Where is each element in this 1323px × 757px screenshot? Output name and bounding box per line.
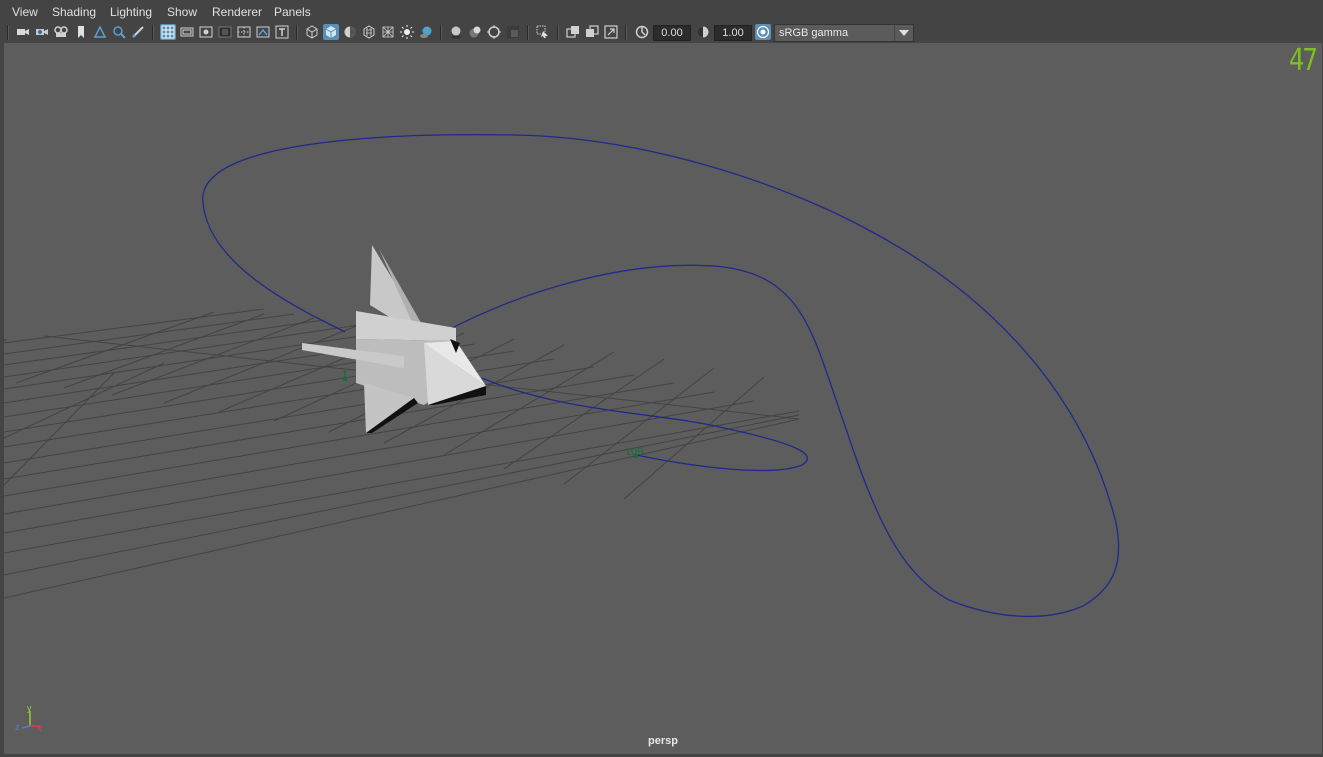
menu-view[interactable]: View <box>12 5 38 19</box>
resolution-gate-icon[interactable] <box>198 24 214 40</box>
xray-active-components-icon[interactable] <box>584 24 600 40</box>
exposure-field[interactable]: 0.00 <box>653 25 691 41</box>
toolbar-separator <box>296 25 298 40</box>
menu-shading[interactable]: Shading <box>52 5 96 19</box>
xray-joints-icon[interactable] <box>565 24 581 40</box>
safe-action-icon[interactable] <box>255 24 271 40</box>
field-chart-icon[interactable] <box>236 24 252 40</box>
menu-panels[interactable]: Panels <box>274 5 311 19</box>
wireframe-on-shaded-icon[interactable] <box>342 24 358 40</box>
backface-culling-icon[interactable] <box>603 24 619 40</box>
camera-attributes-icon[interactable] <box>34 24 50 40</box>
xray-icon[interactable] <box>535 24 551 40</box>
grid-icon[interactable] <box>160 24 176 40</box>
toolbar-separator <box>557 25 559 40</box>
bookmarks-icon[interactable] <box>53 24 69 40</box>
smooth-shade-all-icon[interactable] <box>323 24 339 40</box>
axis-y-label: y <box>27 703 32 713</box>
toolbar-separator <box>152 25 154 40</box>
safe-title-icon[interactable] <box>274 24 290 40</box>
menu-renderer[interactable]: Renderer <box>212 5 262 19</box>
2d-pan-zoom-icon[interactable] <box>111 24 127 40</box>
textured-icon[interactable] <box>361 24 377 40</box>
color-management-icon[interactable] <box>755 24 771 40</box>
depth-of-field-icon[interactable] <box>486 24 502 40</box>
fps-counter: 47 <box>1288 43 1318 78</box>
shadows-icon[interactable] <box>399 24 415 40</box>
menu-lighting[interactable]: Lighting <box>110 5 152 19</box>
chevron-down-icon[interactable] <box>894 25 913 41</box>
grease-pencil-icon[interactable] <box>130 24 146 40</box>
toolbar-separator <box>527 25 529 40</box>
path-end-frame-label: 109 <box>625 446 643 458</box>
toolbar-separator <box>7 25 9 40</box>
view-axis-indicator: y z x <box>15 703 42 733</box>
wireframe-icon[interactable] <box>304 24 320 40</box>
motion-blur-icon[interactable] <box>448 24 464 40</box>
viewport-menubar: View Shading Lighting Show Renderer Pane… <box>0 0 1323 23</box>
toolbar-separator <box>625 25 627 40</box>
multisample-aa-icon[interactable] <box>467 24 483 40</box>
view-transform-value: sRGB gamma <box>779 27 849 39</box>
select-camera-icon[interactable] <box>15 24 31 40</box>
toolbar-separator <box>440 25 442 40</box>
exposure-icon[interactable] <box>634 24 650 40</box>
path-start-frame-label: 1 <box>342 369 348 381</box>
viewport-toolbar: 0.00 1.00 sRGB gamma <box>0 22 1323 43</box>
axis-z-label: z <box>15 722 20 732</box>
scene-canvas[interactable]: 1 109 y z x <box>4 43 1322 754</box>
menu-show[interactable]: Show <box>167 5 197 19</box>
use-all-lights-icon[interactable] <box>380 24 396 40</box>
film-gate-icon[interactable] <box>179 24 195 40</box>
motion-path[interactable] <box>202 134 1120 618</box>
bookmark-icon[interactable] <box>73 24 89 40</box>
3d-viewport[interactable]: 1 109 y z x 47 persp <box>4 43 1322 754</box>
view-transform-dropdown[interactable]: sRGB gamma <box>774 24 914 42</box>
camera-name-label: persp <box>648 735 678 747</box>
gamma-field[interactable]: 1.00 <box>714 25 752 41</box>
gate-mask-icon[interactable] <box>217 24 233 40</box>
axis-x-label: x <box>37 723 42 733</box>
airplane-model[interactable] <box>302 245 486 433</box>
image-plane-icon[interactable] <box>92 24 108 40</box>
isolate-select-icon[interactable] <box>505 24 521 40</box>
screen-space-ao-icon[interactable] <box>418 24 434 40</box>
gamma-icon[interactable] <box>695 24 711 40</box>
